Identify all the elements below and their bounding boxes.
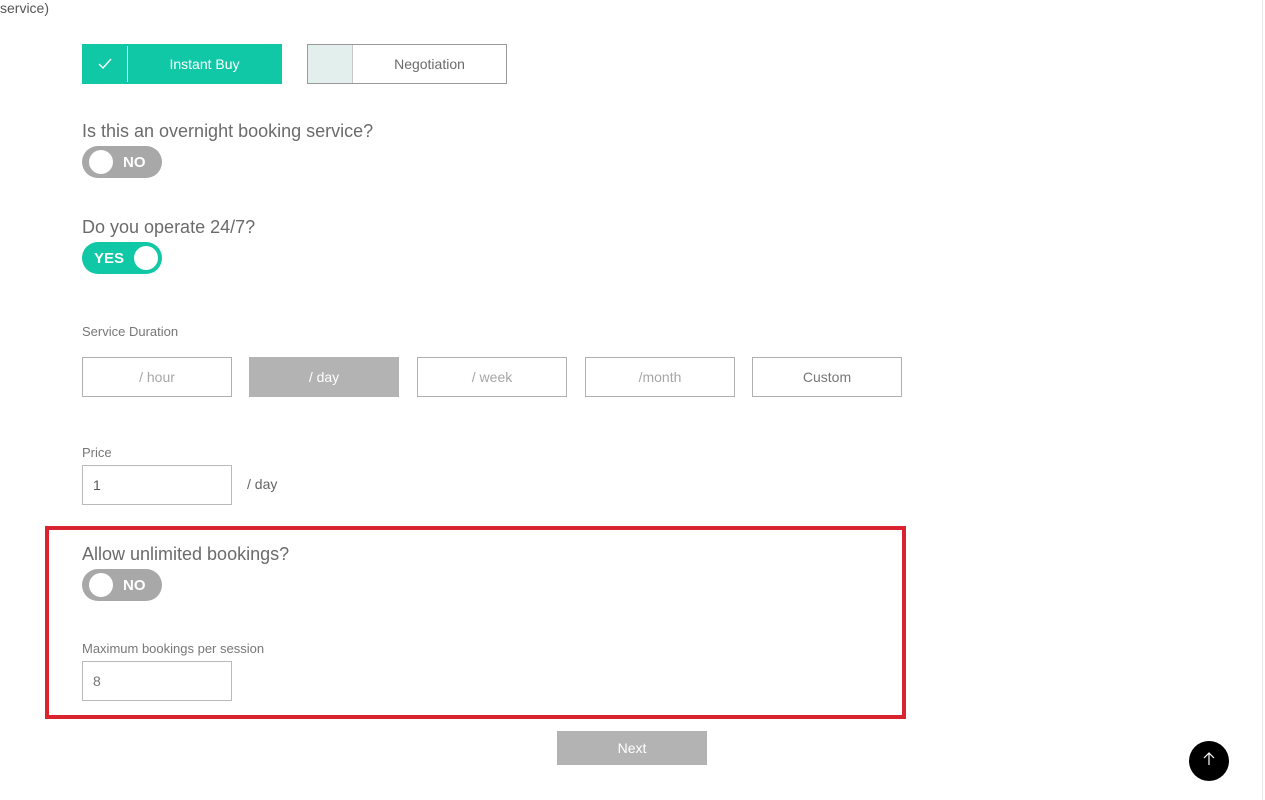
overnight-question: Is this an overnight booking service?: [82, 121, 374, 141]
unlimited-bookings-toggle[interactable]: NO: [82, 569, 162, 601]
negotiation-button[interactable]: Negotiation: [307, 44, 507, 84]
price-input[interactable]: [82, 465, 232, 505]
operate-247-toggle[interactable]: YES: [82, 242, 162, 274]
toggle-text: YES: [94, 249, 125, 267]
toggle-knob: [134, 246, 158, 270]
scrollbar-edge: [1262, 0, 1263, 800]
instant-buy-button[interactable]: Instant Buy: [82, 44, 282, 84]
toggle-text: NO: [123, 153, 146, 171]
negotiation-label: Negotiation: [394, 56, 465, 72]
truncated-question-text: service): [0, 0, 50, 16]
price-unit: / day: [247, 476, 278, 492]
arrow-up-icon: [1203, 751, 1215, 771]
check-icon: [83, 46, 128, 82]
toggle-knob: [89, 150, 113, 174]
duration-hour-button[interactable]: / hour: [82, 357, 232, 397]
next-button[interactable]: Next: [557, 731, 707, 765]
duration-month-button[interactable]: /month: [585, 357, 735, 397]
max-bookings-input[interactable]: [82, 661, 232, 701]
operate-247-question: Do you operate 24/7?: [82, 217, 256, 237]
overnight-toggle[interactable]: NO: [82, 146, 162, 178]
price-label: Price: [82, 445, 112, 460]
duration-custom-button[interactable]: Custom: [752, 357, 902, 397]
unlimited-bookings-question: Allow unlimited bookings?: [82, 544, 290, 564]
toggle-knob: [89, 573, 113, 597]
scroll-to-top-button[interactable]: [1189, 741, 1229, 781]
toggle-text: NO: [123, 576, 146, 594]
duration-week-button[interactable]: / week: [417, 357, 567, 397]
duration-day-button[interactable]: / day: [249, 357, 399, 397]
instant-buy-label: Instant Buy: [169, 56, 240, 72]
max-bookings-label: Maximum bookings per session: [82, 641, 265, 656]
checkbox-empty: [308, 45, 353, 83]
service-duration-label: Service Duration: [82, 324, 179, 339]
